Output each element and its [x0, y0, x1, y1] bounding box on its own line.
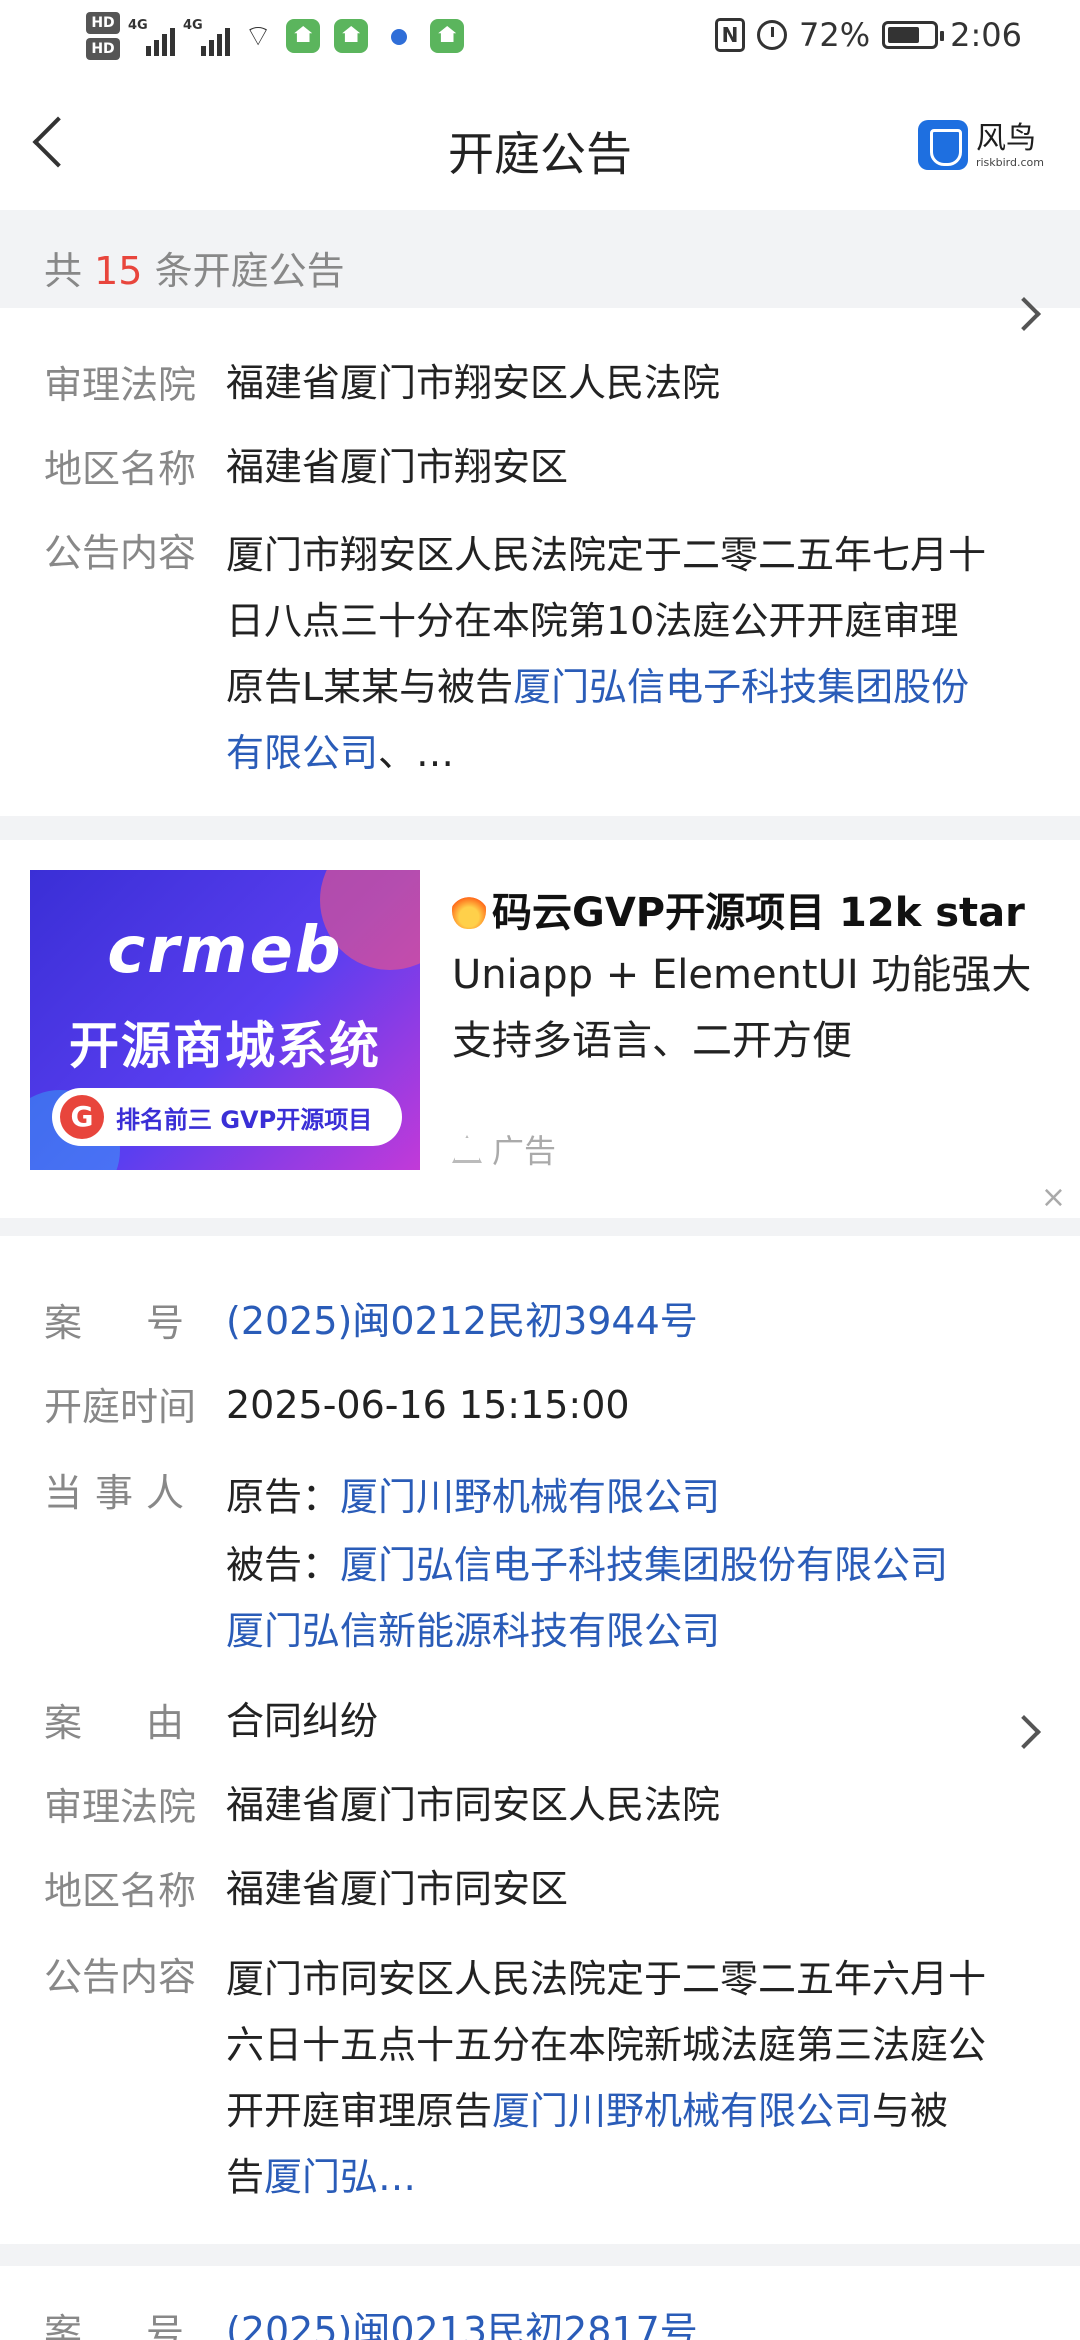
ad-image-title: 开源商城系统	[69, 1017, 381, 1075]
ad-image-logo: crmeb	[107, 914, 343, 988]
clock-time: 2:06	[950, 16, 1022, 54]
battery-icon	[882, 21, 945, 49]
wifi-icon: ⌔	[244, 19, 273, 54]
case-number-link[interactable]: (2025)闽0213民初2817号	[226, 2302, 1016, 2340]
signal-2-icon: 4G	[183, 16, 230, 56]
cause-value: 合同纠纷	[226, 1699, 379, 1743]
home-app-icon	[334, 19, 369, 53]
gitee-icon: G	[60, 1095, 104, 1139]
ad-image[interactable]: crmeb 开源商城系统 G 排名前三 GVP开源项目	[30, 870, 420, 1170]
ad-close-icon[interactable]: ×	[1041, 1180, 1066, 1215]
nfc-icon: N	[715, 18, 746, 52]
brand-url: riskbird.com	[975, 155, 1044, 169]
content-value: 厦门市同安区人民法院定于二零二五年六月十六日十五点十五分在本院新城法庭第三法庭公…	[226, 1957, 987, 2199]
brand-name: 风鸟	[975, 120, 1036, 156]
case-number-label: 案号	[44, 2311, 184, 2340]
ad-title[interactable]: 码云GVP开源项目 12k star	[452, 880, 1025, 938]
hd-indicator: HD 1 HD 2	[86, 12, 120, 79]
case-number-link[interactable]: (2025)闽0212民初3944号	[226, 1292, 1016, 1350]
hearing-card[interactable]: 案号 (2025)闽0212民初3944号 开庭时间 2025-06-16 15…	[0, 1236, 1080, 2244]
hd-1-icon: HD 1	[86, 12, 120, 53]
region-value: 福建省厦门市同安区	[226, 1867, 569, 1911]
alarm-icon	[757, 20, 788, 50]
cause-label: 案由	[44, 1701, 184, 1745]
status-bar: HD 1 HD 2 4G 4G ⌔ N 72% 2:06	[0, 0, 1080, 84]
result-count: 15	[94, 249, 143, 293]
court-value: 福建省厦门市同安区人民法院	[226, 1783, 721, 1827]
hearing-card[interactable]: 案号 (2025)闽0213民初2817号	[0, 2266, 1080, 2340]
court-value: 福建省厦门市翔安区人民法院	[226, 361, 721, 405]
content-label: 公告内容	[44, 531, 197, 575]
ad-image-badge: G 排名前三 GVP开源项目	[52, 1088, 402, 1146]
fire-icon	[452, 889, 486, 929]
content-value: 厦门市翔安区人民法院定于二零二五年七月十日八点三十分在本院第10法庭公开开庭审理…	[226, 533, 987, 775]
party-label: 当事人	[44, 1471, 184, 1515]
company-link[interactable]: 厦门川野机械有限公司	[492, 2089, 872, 2133]
brand-logo: 风鸟 riskbird.com	[917, 120, 1044, 170]
party-value: 原告：厦门川野机械有限公司 被告：厦门弘信电子科技集团股份有限公司厦门弘信新能源…	[226, 1475, 949, 1653]
battery-percent: 72%	[799, 16, 871, 54]
nav-bar: 开庭公告 风鸟 riskbird.com	[0, 84, 1080, 210]
company-link[interactable]: 厦门弘…	[264, 2155, 416, 2199]
result-summary: 共 15 条开庭公告	[0, 210, 1080, 308]
ad-label: 广告	[452, 1126, 556, 1172]
case-number-label: 案号	[44, 1301, 184, 1345]
court-label: 审理法院	[44, 1785, 197, 1829]
hearing-time-value: 2025-06-16 15:15:00	[226, 1383, 630, 1427]
ad-card[interactable]: crmeb 开源商城系统 G 排名前三 GVP开源项目 码云GVP开源项目 12…	[0, 840, 1080, 1218]
region-label: 地区名称	[44, 447, 197, 491]
region-label: 地区名称	[44, 1869, 197, 1913]
shield-icon	[917, 120, 968, 170]
ad-description[interactable]: Uniapp + ElementUI 功能强大支持多语言、二开方便	[452, 942, 1052, 1074]
signal-1-icon: 4G	[128, 16, 175, 56]
hearing-card[interactable]: 审理法院 福建省厦门市翔安区人民法院 地区名称 福建省厦门市翔安区 公告内容 厦…	[0, 297, 1080, 816]
region-value: 福建省厦门市翔安区	[226, 445, 569, 489]
hd-2-icon: HD 2	[86, 38, 120, 79]
home-app-icon	[430, 19, 465, 53]
home-app-icon	[286, 19, 321, 53]
plaintiff-link[interactable]: 厦门川野机械有限公司	[340, 1475, 720, 1519]
ad-triangle-icon	[452, 1135, 482, 1163]
content-label: 公告内容	[44, 1955, 197, 1999]
court-label: 审理法院	[44, 363, 197, 407]
hearing-time-label: 开庭时间	[44, 1385, 197, 1429]
paw-app-icon	[382, 19, 417, 53]
